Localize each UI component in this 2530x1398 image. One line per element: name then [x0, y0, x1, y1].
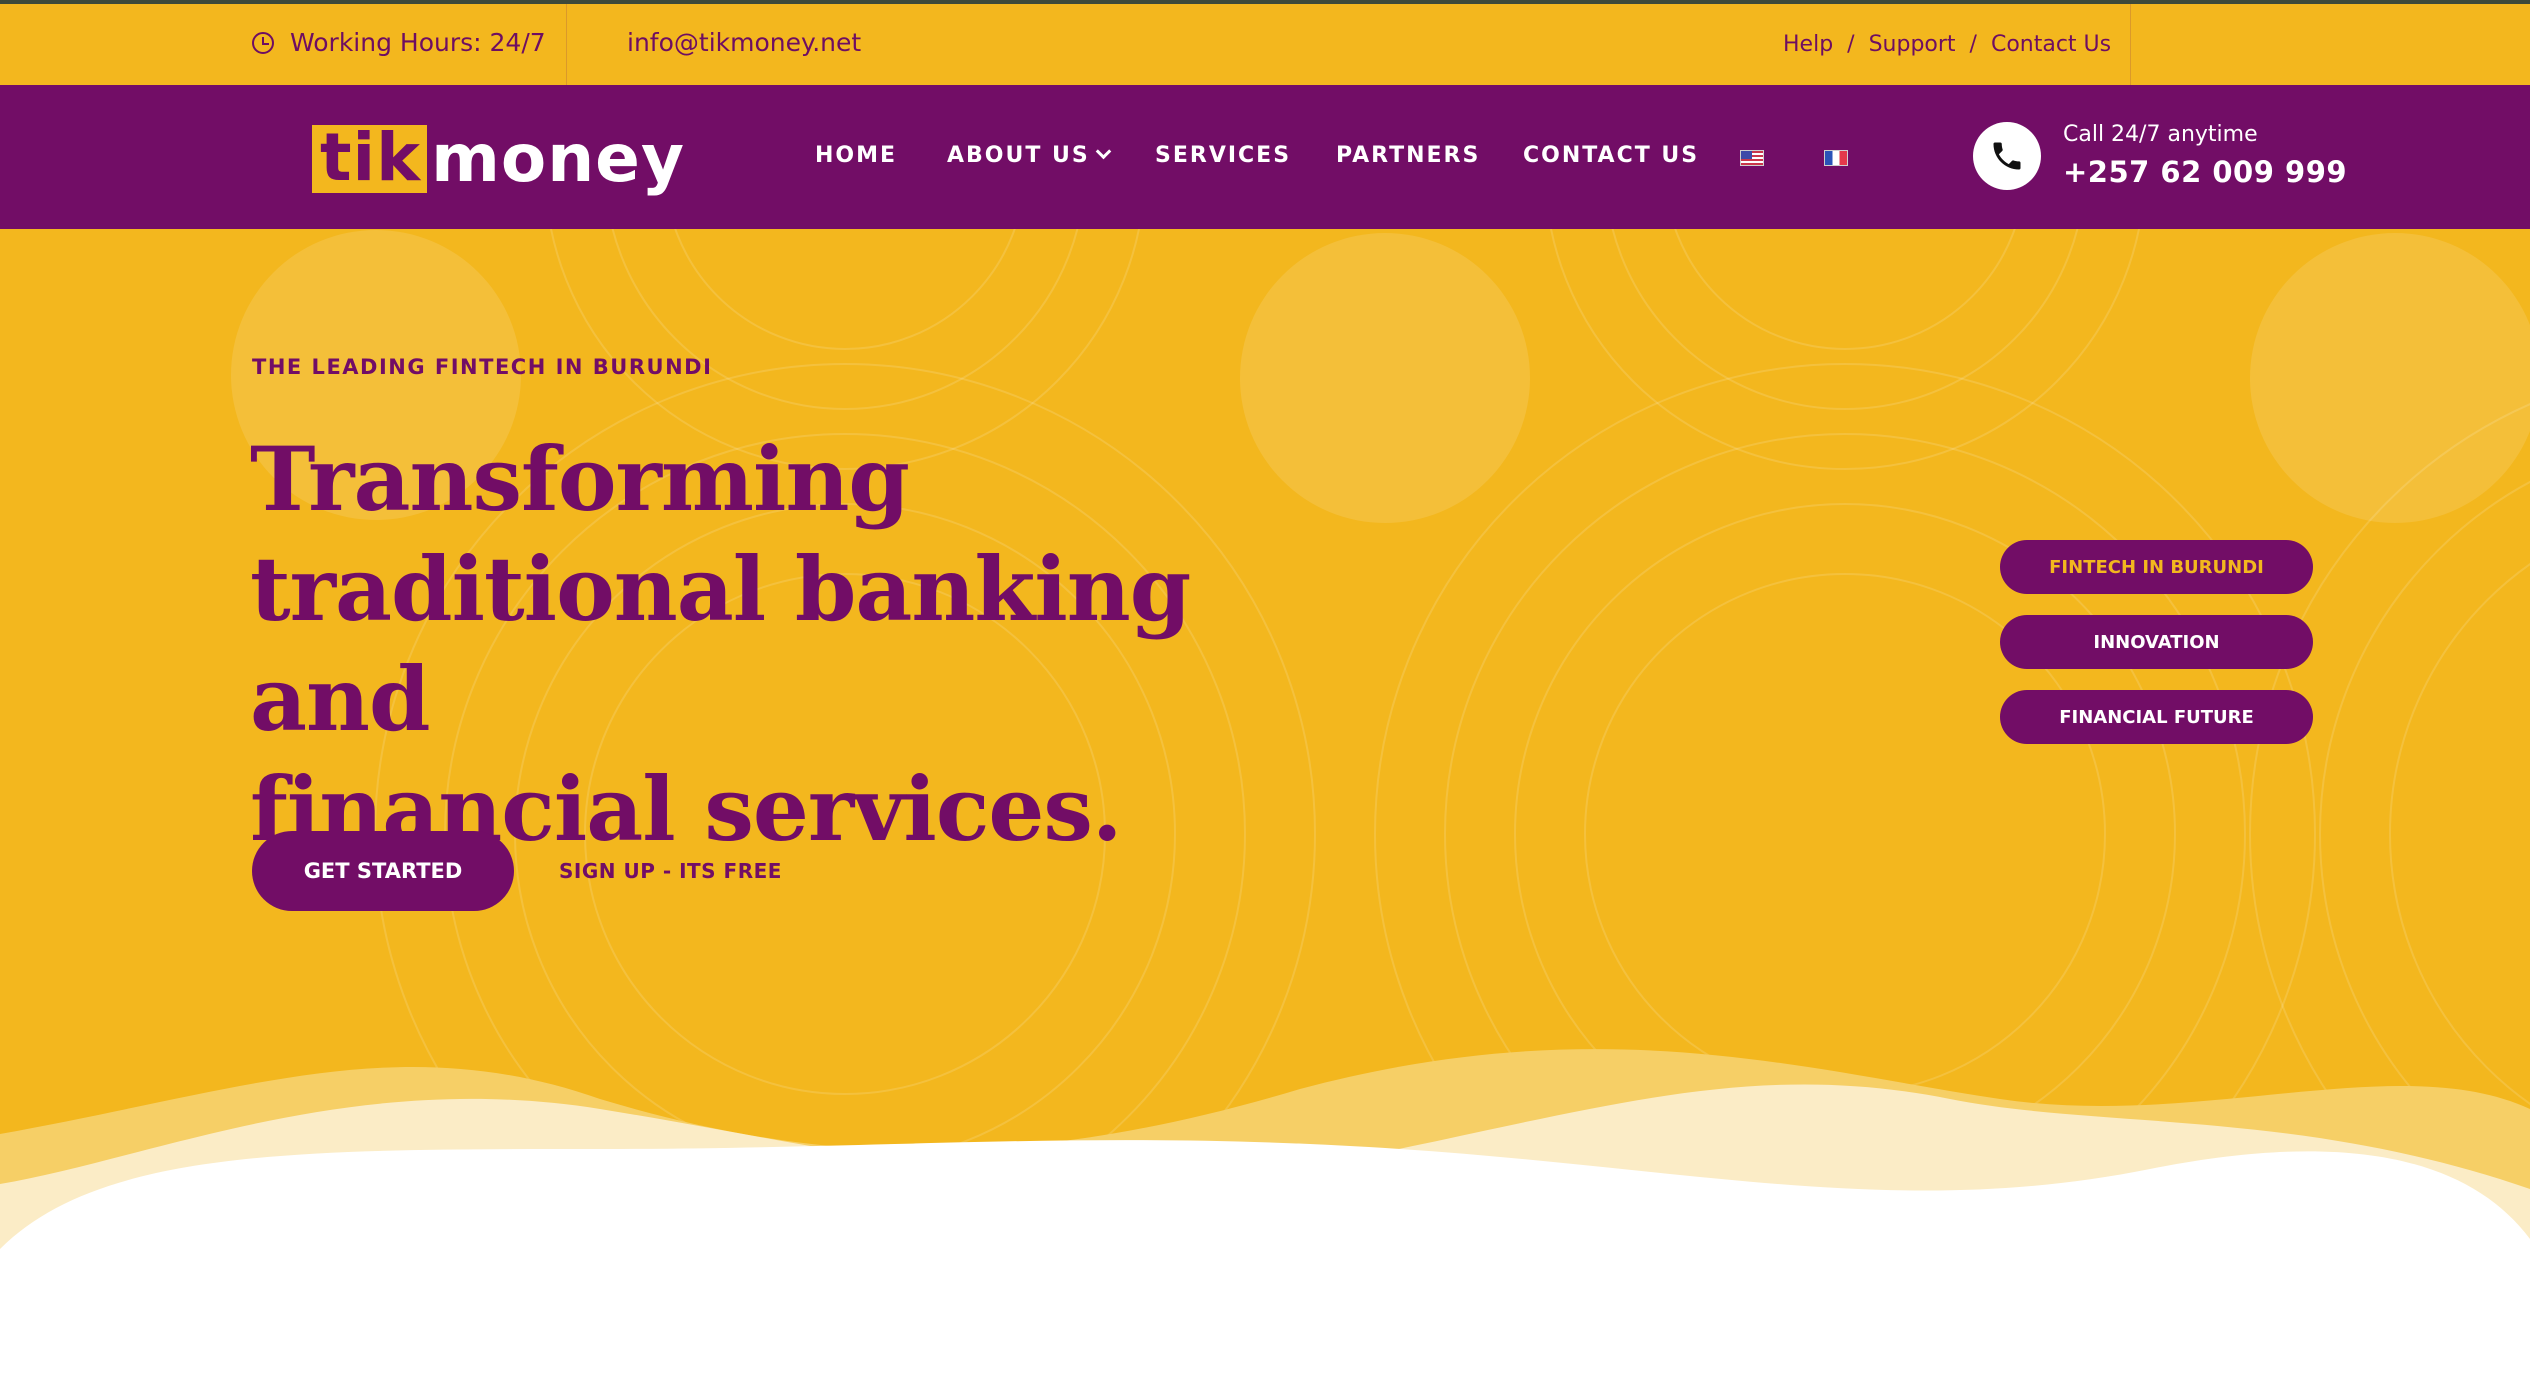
us-flag-icon[interactable]: [1740, 150, 1764, 166]
call-label: Call 24/7 anytime: [2063, 122, 2258, 147]
top-links: Help / Support / Contact Us: [1783, 32, 2111, 57]
phone-button[interactable]: [1973, 122, 2041, 190]
nav-home[interactable]: HOME: [815, 143, 897, 168]
logo-tik: tik: [312, 125, 428, 193]
support-link[interactable]: Support: [1869, 32, 1956, 57]
logo-money: money: [431, 120, 685, 197]
nav-partners[interactable]: PARTNERS: [1336, 143, 1480, 168]
nav-services[interactable]: SERVICES: [1155, 143, 1291, 168]
help-link[interactable]: Help: [1783, 32, 1833, 57]
hero-bottom-waves: [0, 1049, 2530, 1398]
nav-about-us[interactable]: ABOUT US: [947, 143, 1112, 168]
working-hours-text: Working Hours: 24/7: [290, 28, 546, 57]
hero-section: THE LEADING FINTECH IN BURUNDI Transform…: [0, 229, 2530, 1398]
nav-about-us-label: ABOUT US: [947, 143, 1090, 168]
chevron-down-icon: [1095, 143, 1112, 160]
contact-us-top-link[interactable]: Contact Us: [1991, 32, 2111, 57]
topbar-divider: [566, 4, 567, 89]
phone-icon: [1993, 142, 2021, 170]
working-hours: Working Hours: 24/7: [252, 28, 546, 57]
top-info-bar: Working Hours: 24/7 info@tikmoney.net He…: [0, 0, 2530, 89]
link-separator: /: [1969, 32, 1977, 57]
email-link[interactable]: info@tikmoney.net: [627, 28, 861, 57]
clock-icon: [252, 31, 274, 54]
main-navbar: tik money HOME ABOUT US SERVICES PARTNER…: [0, 85, 2530, 229]
nav-contact-us[interactable]: CONTACT US: [1523, 143, 1699, 168]
topbar-divider: [2130, 4, 2131, 89]
fr-flag-icon[interactable]: [1824, 150, 1848, 166]
phone-number[interactable]: +257 62 009 999: [2063, 155, 2347, 189]
tikmoney-logo[interactable]: tik money: [312, 120, 685, 198]
link-separator: /: [1847, 32, 1855, 57]
